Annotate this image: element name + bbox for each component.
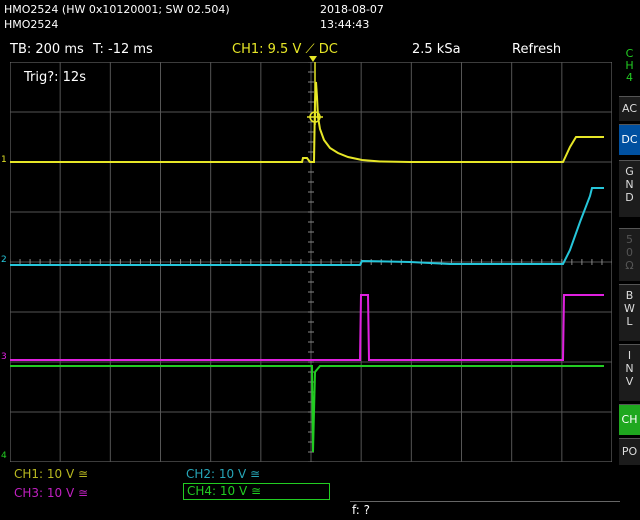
po-button[interactable]: PO: [619, 438, 640, 465]
gnd-button[interactable]: GND: [619, 160, 640, 217]
time-label: 13:44:43: [320, 18, 370, 31]
timebase-label[interactable]: TB: 200 ms: [10, 42, 84, 58]
acq-mode-label[interactable]: Refresh: [512, 42, 561, 58]
dc-coupling-button[interactable]: DC: [619, 124, 640, 155]
ch2-ground-marker[interactable]: 2: [1, 256, 7, 265]
device-info: HMO2524 (HW 0x10120001; SW 02.504): [4, 3, 230, 16]
trigger-position-arrow[interactable]: [309, 56, 317, 62]
ch1-trigger-label[interactable]: CH1: 9.5 V ⟋ DC: [232, 42, 338, 58]
trigger-time-label[interactable]: T: -12 ms: [93, 42, 153, 58]
ch-button[interactable]: CH: [619, 404, 640, 435]
ch3-settings[interactable]: CH3: 10 V ≅: [14, 485, 88, 501]
sample-rate-label[interactable]: 2.5 kSa: [412, 42, 461, 58]
ch4-ground-marker[interactable]: 4: [1, 452, 7, 461]
device-model: HMO2524: [4, 18, 59, 31]
ch3-ground-marker[interactable]: 3: [1, 353, 7, 362]
fifty-ohm-button[interactable]: 50Ω: [619, 228, 640, 281]
invert-button[interactable]: INV: [619, 344, 640, 401]
waveform-display[interactable]: [10, 62, 612, 462]
ch4-panel-title: CH4: [619, 42, 640, 98]
ac-coupling-button[interactable]: AC: [619, 96, 640, 121]
ch4-settings[interactable]: CH4: 10 V ≅: [183, 483, 330, 500]
ch1-ground-marker[interactable]: 1: [1, 156, 7, 165]
ch1-settings[interactable]: CH1: 10 V ≅: [14, 466, 88, 482]
footer-divider: [350, 501, 620, 502]
frequency-readout: f: ?: [352, 503, 371, 517]
date-label: 2018-08-07: [320, 3, 384, 16]
ch2-settings[interactable]: CH2: 10 V ≅: [186, 466, 260, 482]
bwl-button[interactable]: BWL: [619, 284, 640, 341]
trig-status: Trig?: 12s: [24, 70, 86, 85]
